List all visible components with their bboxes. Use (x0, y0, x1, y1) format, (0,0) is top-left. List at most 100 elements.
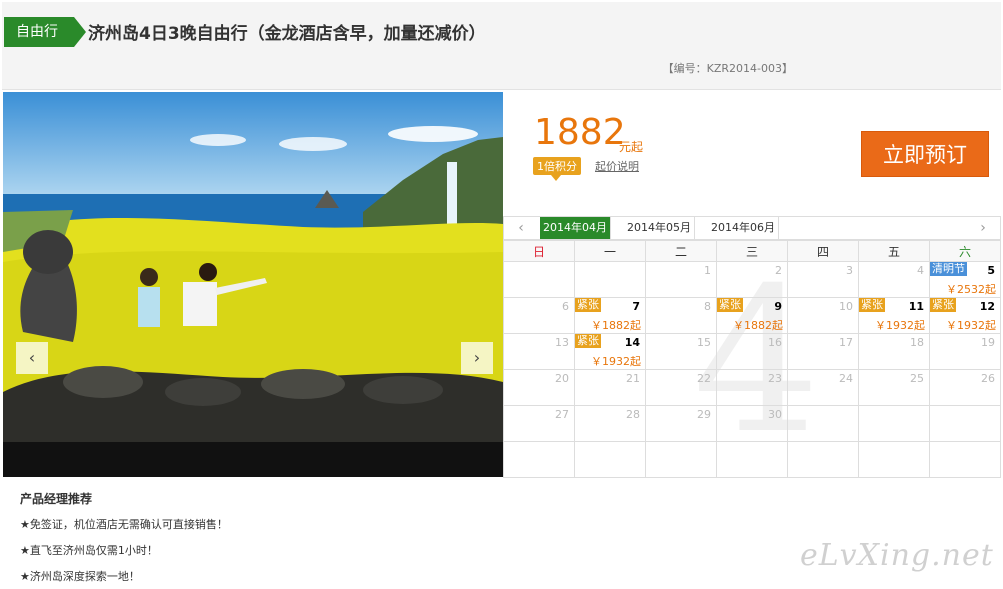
calendar-day-number: 28 (626, 408, 640, 421)
calendar-day-cell: 2 (716, 261, 788, 298)
calendar-day-cell (574, 261, 646, 298)
calendar-day-number: 3 (846, 264, 853, 277)
gallery-prev-button[interactable]: ‹ (16, 342, 48, 374)
calendar-day-cell: 3 (787, 261, 859, 298)
calendar-day-cell: 1 (645, 261, 717, 298)
calendar-day-cell[interactable]: 14 紧张 ￥1932起 (574, 333, 646, 370)
weekday-label: 一 (574, 240, 646, 262)
calendar-day-number: 24 (839, 372, 853, 385)
calendar-day-cell (574, 441, 646, 478)
calendar-day-number: 26 (981, 372, 995, 385)
month-tab-may[interactable]: 2014年05月 (624, 217, 695, 239)
calendar-day-cell: 4 (858, 261, 930, 298)
day-price: ￥1932起 (946, 319, 996, 332)
calendar-day-number: 15 (697, 336, 711, 349)
availability-badge: 紧张 (575, 334, 601, 348)
gallery-next-button[interactable]: › (461, 342, 493, 374)
calendar-day-number: 17 (839, 336, 853, 349)
calendar-week-row: 13 14 紧张 ￥1932起 15 16 17 18 19 (503, 333, 1001, 370)
day-price: ￥2532起 (946, 283, 996, 296)
recommendation-item: ★济州岛深度探索一地！ (20, 570, 140, 583)
calendar-day-number: 12 (979, 300, 995, 313)
calendar-week-row: 1 2 3 4 5 清明节 ￥2532起 (503, 261, 1001, 298)
calendar-day-cell[interactable]: 7 紧张 ￥1882起 (574, 297, 646, 334)
day-price: ￥1882起 (591, 319, 641, 332)
jeju-landscape-image (3, 92, 503, 477)
calendar-day-cell: 26 (929, 369, 1001, 406)
product-code: 【编号：KZR2014-003】 (662, 62, 793, 75)
availability-badge: 紧张 (859, 298, 885, 312)
calendar-day-cell[interactable]: 11 紧张 ￥1932起 (858, 297, 930, 334)
calendar-month-nav: ‹ 2014年04月 2014年05月 2014年06月 › (503, 216, 1001, 240)
manager-recommendations: 产品经理推荐 ★免签证，机位酒店无需确认可直接销售！ ★直飞至济州岛仅需1小时！… (20, 490, 228, 589)
calendar-day-cell (645, 441, 717, 478)
day-price: ￥1932起 (875, 319, 925, 332)
calendar-day-cell: 24 (787, 369, 859, 406)
calendar-day-cell (503, 441, 575, 478)
calendar-day-number: 25 (910, 372, 924, 385)
calendar-day-cell (858, 441, 930, 478)
calendar-day-number: 5 (987, 264, 995, 277)
recommendation-item: ★直飞至济州岛仅需1小时！ (20, 544, 158, 557)
calendar-day-number: 6 (562, 300, 569, 313)
calendar-day-cell: 15 (645, 333, 717, 370)
calendar-next-button[interactable]: › (966, 217, 1000, 239)
site-watermark: eLvXing.net (800, 538, 994, 573)
weekday-label: 四 (787, 240, 859, 262)
calendar-day-number: 13 (555, 336, 569, 349)
product-title: 济州岛4日3晚自由行（金龙酒店含早，加量还减价） (88, 24, 486, 44)
calendar-day-number: 30 (768, 408, 782, 421)
weekday-label: 三 (716, 240, 788, 262)
weekday-header: 日 一 二 三 四 五 六 (503, 240, 1001, 262)
recommendations-title: 产品经理推荐 (20, 492, 93, 506)
category-tag: 自由行 (4, 17, 86, 47)
calendar-day-number: 7 (632, 300, 640, 313)
product-header: 自由行 济州岛4日3晚自由行（金龙酒店含早，加量还减价） 【编号：KZR2014… (2, 2, 1001, 90)
calendar-day-cell (716, 441, 788, 478)
calendar-prev-button[interactable]: ‹ (504, 217, 538, 239)
calendar-week-row: 6 7 紧张 ￥1882起 8 9 紧张 ￥1882起 10 11 紧张 ￥1932起 12 紧张 ￥193… (503, 297, 1001, 334)
calendar-day-cell (929, 405, 1001, 442)
holiday-badge: 清明节 (930, 262, 967, 276)
weekday-label: 六 (929, 240, 1001, 262)
availability-badge: 紧张 (575, 298, 601, 312)
price-amount: 1882 (534, 112, 626, 153)
calendar-day-number: 16 (768, 336, 782, 349)
calendar-day-number: 2 (775, 264, 782, 277)
month-tab-june[interactable]: 2014年06月 (708, 217, 779, 239)
calendar-day-cell[interactable]: 9 紧张 ￥1882起 (716, 297, 788, 334)
calendar-day-number: 22 (697, 372, 711, 385)
calendar-day-number: 10 (839, 300, 853, 313)
availability-badge: 紧张 (930, 298, 956, 312)
calendar-week-row (503, 441, 1001, 478)
calendar-day-number: 27 (555, 408, 569, 421)
calendar-day-cell (929, 441, 1001, 478)
calendar-day-number: 23 (768, 372, 782, 385)
calendar-day-cell: 30 (716, 405, 788, 442)
calendar-day-number: 9 (774, 300, 782, 313)
calendar-day-cell: 27 (503, 405, 575, 442)
weekday-label: 五 (858, 240, 930, 262)
calendar-day-number: 11 (908, 300, 924, 313)
calendar-day-cell: 16 (716, 333, 788, 370)
calendar-day-cell: 20 (503, 369, 575, 406)
book-now-button[interactable]: 立即预订 (861, 131, 989, 177)
day-price: ￥1932起 (591, 355, 641, 368)
calendar-day-cell: 29 (645, 405, 717, 442)
calendar-day-number: 20 (555, 372, 569, 385)
day-price: ￥1882起 (733, 319, 783, 332)
price-note-link[interactable]: 起价说明 (595, 158, 639, 174)
calendar-day-cell: 8 (645, 297, 717, 334)
calendar-day-cell (503, 261, 575, 298)
availability-badge: 紧张 (717, 298, 743, 312)
calendar-day-number: 1 (704, 264, 711, 277)
calendar-day-cell[interactable]: 5 清明节 ￥2532起 (929, 261, 1001, 298)
calendar-day-cell: 17 (787, 333, 859, 370)
calendar-day-cell: 19 (929, 333, 1001, 370)
month-tab-april[interactable]: 2014年04月 (540, 217, 611, 239)
calendar-day-cell: 22 (645, 369, 717, 406)
points-badge: 1倍积分 (533, 157, 581, 181)
calendar-day-number: 4 (917, 264, 924, 277)
calendar-day-cell[interactable]: 12 紧张 ￥1932起 (929, 297, 1001, 334)
calendar-week-row: 20 21 22 23 24 25 26 (503, 369, 1001, 406)
